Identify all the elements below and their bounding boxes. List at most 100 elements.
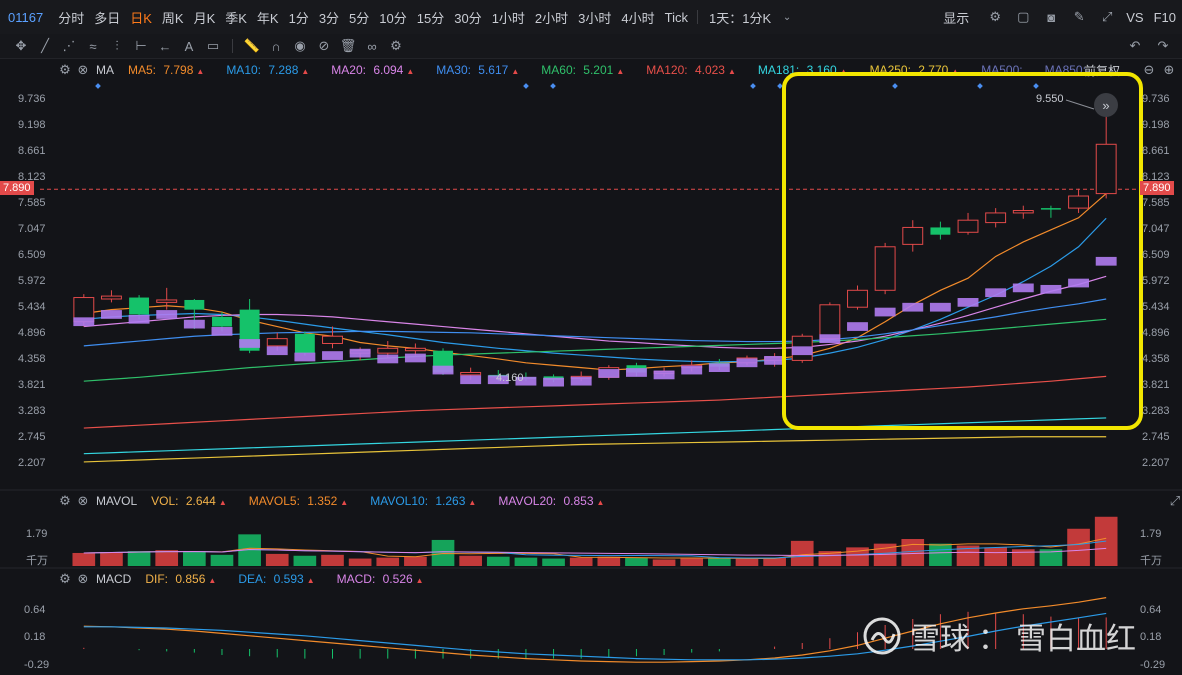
legend-name: MAVOL10: (370, 494, 429, 508)
volume-bar (625, 557, 648, 566)
volume-bar (569, 557, 593, 566)
legend-value: 0.856 (172, 572, 206, 586)
vol-settings-icon[interactable]: ⚙ (56, 492, 74, 510)
price-tick: 3.283 (1142, 404, 1170, 417)
price-tick: 7.047 (1142, 223, 1170, 235)
event-marker (1033, 83, 1039, 89)
candle-body (847, 289, 868, 308)
price-tick: 2.745 (18, 430, 46, 443)
candle-body (930, 227, 951, 235)
compare-candle (128, 314, 150, 324)
high-price-label: 9.550 (1036, 93, 1064, 105)
ma-line-ma60 (83, 318, 1107, 382)
price-tick: 6.509 (18, 249, 46, 261)
ma-line-ma250 (83, 436, 1107, 463)
candle-body (404, 347, 426, 352)
compare-candle (570, 376, 592, 386)
volume-bar (321, 554, 344, 566)
volume-bar (1067, 528, 1090, 566)
up-arrow-icon: ▲ (208, 576, 217, 585)
volume-bar (984, 547, 1007, 566)
up-arrow-icon: ▲ (596, 498, 605, 507)
volume-bar (680, 558, 704, 566)
compare-candle (1068, 278, 1089, 288)
volume-bar (652, 559, 676, 566)
volume-bar (72, 552, 96, 566)
price-tick: 2.207 (1142, 457, 1170, 469)
compare-candle (626, 368, 647, 377)
compare-candle (404, 353, 426, 363)
candle-body (129, 297, 150, 315)
vol-items: VOL: 2.644 ▲ MAVOL5: 1.352 ▲ MAVOL10: 1.263 ▲… (151, 494, 626, 508)
compare-candle (1040, 284, 1062, 294)
volume-bar (265, 553, 289, 566)
vol-unit-right: 千万 (1140, 555, 1162, 567)
macd-settings-icon[interactable]: ⚙ (56, 570, 74, 588)
volume-bar (431, 539, 455, 566)
legend-value: 1.352 (303, 494, 338, 508)
volume-bar (542, 558, 565, 566)
legend-value: 0.593 (270, 572, 304, 586)
up-arrow-icon: ▲ (340, 498, 349, 507)
price-tick: 4.896 (1142, 326, 1170, 339)
volume-bar (790, 540, 814, 566)
event-marker (977, 83, 983, 89)
legend-name: VOL: (151, 494, 179, 508)
compare-candle (266, 346, 288, 356)
vol-close-icon[interactable]: ⊗ (74, 492, 92, 510)
event-marker (95, 83, 101, 89)
compare-candle (957, 298, 979, 307)
candle-body (212, 316, 232, 327)
price-tick: 8.661 (18, 144, 46, 157)
volume-bar (127, 551, 151, 566)
volume-bar (348, 558, 372, 566)
scroll-right-icon[interactable]: » (1094, 93, 1118, 117)
volume-bar (708, 558, 731, 566)
price-tick: 9.736 (18, 93, 46, 105)
compare-candle (1012, 283, 1034, 293)
price-tick: 7.585 (1142, 196, 1170, 209)
compare-candle (764, 356, 786, 365)
candle-body (460, 371, 482, 376)
candle-body (101, 295, 122, 300)
compare-candle (847, 322, 868, 331)
volume-bar (100, 552, 123, 566)
candle-body (985, 212, 1007, 224)
candle-body (1095, 143, 1117, 195)
high-pointer-line (1065, 99, 1095, 110)
price-tick: 3.821 (18, 378, 46, 391)
legend-name: DEA: (238, 572, 267, 586)
price-tick: 5.972 (18, 274, 46, 287)
low-price-label: 4.160 (496, 372, 524, 384)
volume-bar (597, 556, 621, 566)
compare-candle (708, 363, 730, 373)
compare-candle (183, 319, 205, 329)
volume-bar (376, 557, 400, 566)
watermark-author: 雪白血红 (1016, 622, 1136, 657)
up-arrow-icon: ▲ (415, 576, 424, 585)
compare-candle (1095, 256, 1117, 266)
compare-candle (211, 327, 233, 336)
volume-bar (901, 539, 925, 566)
macd-tick: 0.64 (24, 603, 46, 616)
volume-bar (404, 556, 427, 566)
macd-close-icon[interactable]: ⊗ (74, 570, 92, 588)
expand-icon[interactable]: ⤢ (1166, 492, 1182, 510)
legend-value: 2.644 (182, 494, 216, 508)
compare-candle (819, 334, 841, 344)
candle-body (156, 299, 178, 303)
compare-candle (156, 310, 178, 319)
candle-body (266, 338, 288, 347)
event-marker (550, 83, 556, 89)
volume-bar (486, 556, 510, 566)
price-tick: 3.283 (18, 404, 46, 417)
legend-value: 1.263 (432, 494, 466, 508)
price-tick: 9.198 (18, 119, 46, 131)
event-marker (892, 83, 898, 89)
compare-candle (791, 346, 813, 356)
compare-candle (985, 288, 1007, 298)
macd-tick: -0.29 (1140, 659, 1166, 672)
macd-tick: 0.18 (24, 631, 46, 644)
price-tick: 4.896 (18, 326, 46, 339)
legend-item: DIF: 0.856 ▲ (145, 572, 216, 586)
